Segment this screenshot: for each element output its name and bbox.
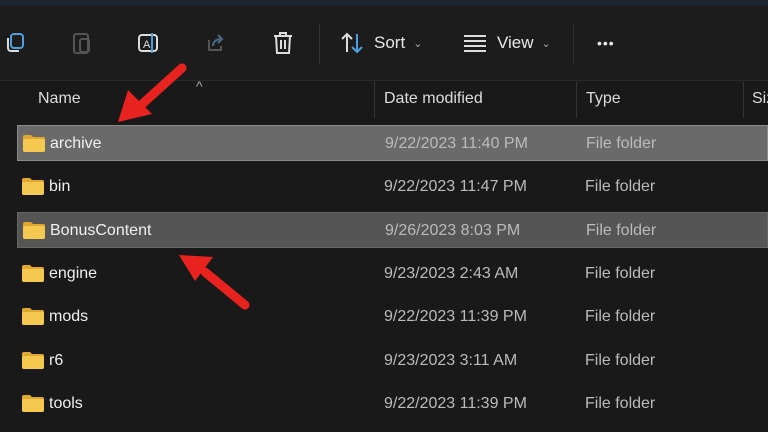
red-arrow-annotation — [179, 255, 250, 310]
sort-label: Sort — [374, 33, 406, 52]
file-row[interactable]: r6 9/23/2023 3:11 AM File folder — [17, 343, 768, 379]
file-row[interactable]: archive 9/22/2023 11:40 PM File folder — [17, 125, 768, 161]
file-type: File folder — [585, 351, 656, 369]
divider — [319, 24, 320, 64]
folder-icon — [23, 222, 45, 239]
list-view-icon — [464, 35, 486, 52]
date-modified: 9/26/2023 8:03 PM — [385, 222, 521, 239]
copy-icon[interactable] — [4, 28, 26, 58]
folder-icon — [22, 395, 44, 412]
date-modified: 9/22/2023 11:47 PM — [384, 177, 527, 195]
share-icon[interactable] — [205, 28, 227, 58]
paste-icon[interactable] — [71, 28, 93, 58]
date-modified: 9/22/2023 11:40 PM — [385, 135, 528, 152]
column-name[interactable]: Name — [38, 90, 81, 108]
date-modified: 9/22/2023 11:39 PM — [384, 308, 527, 325]
rename-icon[interactable]: A — [137, 28, 161, 58]
file-type: File folder — [585, 264, 656, 282]
file-row[interactable]: engine 9/23/2023 2:43 AM File folder — [17, 256, 768, 292]
chevron-down-icon: ⌄ — [413, 37, 423, 50]
column-size[interactable]: Size — [752, 90, 768, 108]
column-divider — [374, 82, 375, 118]
file-type: File folder — [585, 177, 656, 195]
sort-button[interactable]: Sort ⌄ — [340, 28, 422, 58]
file-type: File folder — [586, 222, 657, 239]
file-row[interactable]: mods 9/22/2023 11:39 PM File folder — [17, 299, 768, 335]
column-date-modified[interactable]: Date modified — [384, 90, 483, 108]
file-type: File folder — [585, 395, 656, 412]
file-name: engine — [49, 264, 98, 282]
file-name: mods — [49, 308, 89, 325]
date-modified: 9/23/2023 3:11 AM — [384, 351, 518, 369]
file-name: bin — [49, 177, 71, 195]
file-name: r6 — [49, 351, 64, 369]
date-modified: 9/22/2023 11:39 PM — [384, 395, 527, 412]
column-type[interactable]: Type — [586, 90, 621, 108]
column-divider — [576, 82, 577, 118]
file-type: File folder — [585, 308, 656, 325]
divider — [573, 24, 574, 64]
file-name: tools — [49, 395, 83, 412]
folder-icon — [22, 308, 44, 325]
sort-icon — [341, 32, 363, 54]
view-button[interactable]: View ⌄ — [463, 28, 551, 58]
column-divider — [743, 82, 744, 118]
folder-icon — [22, 264, 44, 282]
file-name: archive — [50, 135, 102, 152]
file-row[interactable]: BonusContent 9/26/2023 8:03 PM File fold… — [17, 212, 768, 248]
date-modified: 9/23/2023 2:43 AM — [384, 264, 519, 282]
chevron-down-icon: ⌄ — [541, 37, 551, 50]
red-arrow-annotation — [118, 63, 187, 122]
folder-icon — [22, 177, 44, 195]
folder-icon — [22, 351, 44, 369]
file-row[interactable]: tools 9/22/2023 11:39 PM File folder — [17, 386, 768, 422]
svg-text:A: A — [143, 39, 151, 51]
folder-icon — [23, 135, 45, 152]
file-name: BonusContent — [50, 222, 152, 239]
delete-icon[interactable] — [272, 28, 294, 58]
view-label: View — [497, 33, 534, 52]
more-options-button[interactable]: ••• — [597, 28, 615, 58]
file-type: File folder — [586, 135, 657, 152]
file-row[interactable]: bin 9/22/2023 11:47 PM File folder — [17, 169, 768, 205]
sort-ascending-icon: ^ — [196, 78, 203, 94]
